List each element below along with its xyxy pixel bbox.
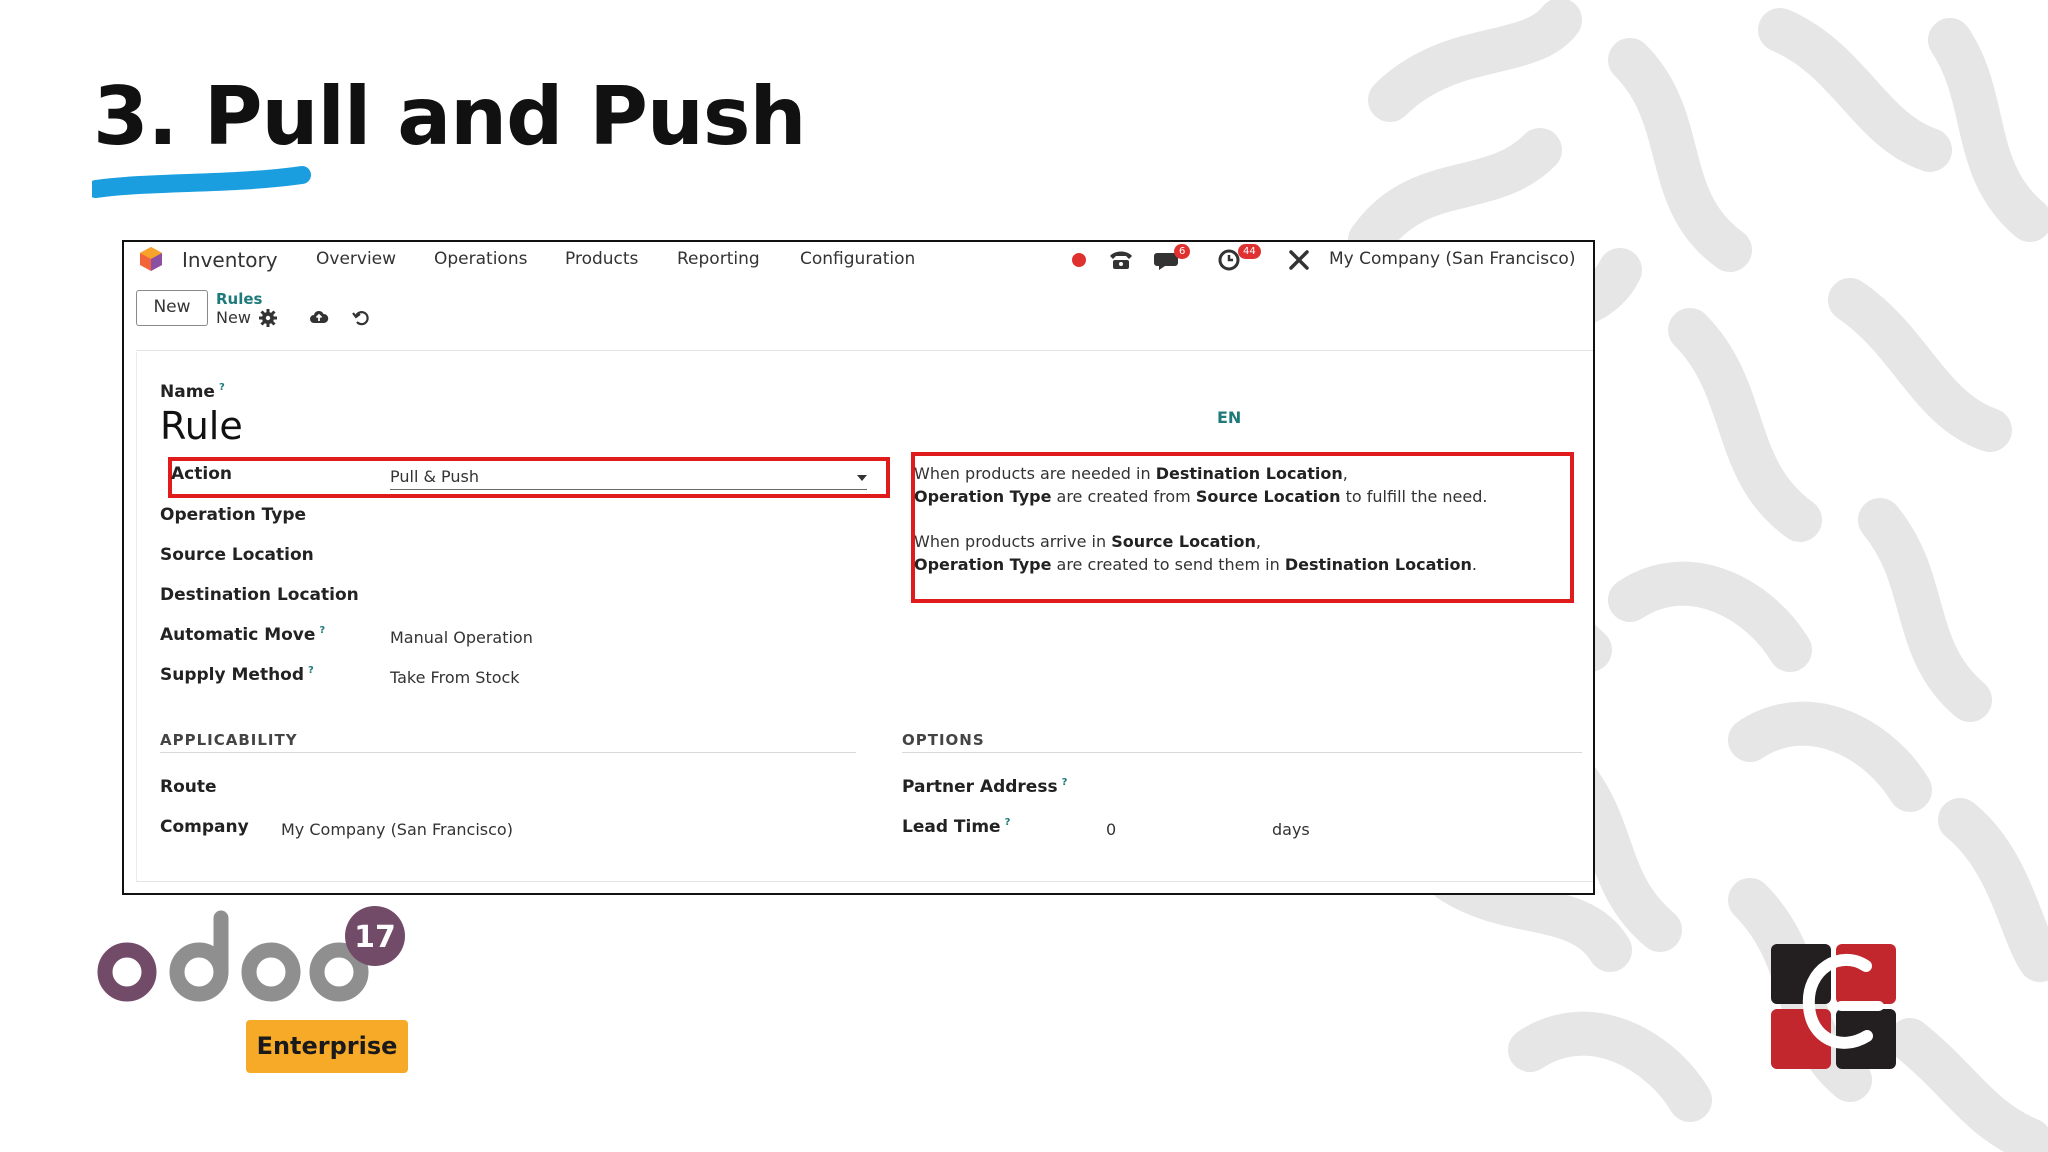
menu-configuration[interactable]: Configuration <box>800 249 915 269</box>
edition-badge: Enterprise <box>246 1020 408 1073</box>
source-location-label: Source Location <box>160 545 314 565</box>
version-badge: 17 <box>354 920 396 955</box>
inventory-app-icon[interactable] <box>138 246 164 272</box>
gear-icon[interactable] <box>258 308 278 328</box>
menu-operations[interactable]: Operations <box>434 249 527 269</box>
lead-time-help-icon[interactable]: ? <box>1005 817 1011 828</box>
info-push-line-2: Operation Type are created to send them … <box>914 555 1477 574</box>
options-header: OPTIONS <box>902 731 985 749</box>
company-switcher[interactable]: My Company (San Francisco) <box>1329 249 1575 269</box>
chevron-down-icon[interactable] <box>857 475 867 481</box>
lead-time-label: Lead Time? <box>902 817 1011 837</box>
title-underline <box>92 166 311 198</box>
options-rule <box>902 752 1582 753</box>
save-cloud-icon[interactable] <box>309 308 329 328</box>
name-field[interactable]: Rule <box>160 404 243 448</box>
operation-type-label: Operation Type <box>160 505 307 525</box>
action-label: Action <box>171 464 232 484</box>
lead-time-unit: days <box>1272 820 1310 839</box>
odoo-screenshot: Inventory Overview Operations Products R… <box>122 240 1595 895</box>
partner-address-label: Partner Address? <box>902 777 1068 797</box>
action-highlight <box>168 457 890 498</box>
automatic-move-label: Automatic Move? <box>160 625 326 645</box>
control-separator <box>136 350 1593 351</box>
action-select[interactable]: Pull & Push <box>390 467 479 486</box>
form-sheet <box>136 352 1593 882</box>
language-button[interactable]: EN <box>1217 408 1241 427</box>
info-push-line-1: When products arrive in Source Location, <box>914 532 1261 551</box>
new-button[interactable]: New <box>136 290 208 326</box>
action-select-underline <box>390 489 867 490</box>
applicability-header: APPLICABILITY <box>160 731 298 749</box>
supply-method-label: Supply Method? <box>160 665 314 685</box>
name-label: Name? <box>160 382 225 402</box>
discard-icon[interactable] <box>351 308 371 328</box>
automatic-move-select[interactable]: Manual Operation <box>390 628 533 647</box>
odoo-logo: 17 <box>97 906 405 1002</box>
breadcrumb-rules[interactable]: Rules <box>216 290 262 308</box>
phone-icon[interactable] <box>1107 247 1135 271</box>
applicability-rule <box>160 752 856 753</box>
route-label: Route <box>160 777 217 797</box>
company-field[interactable]: My Company (San Francisco) <box>281 820 513 839</box>
company-label: Company <box>160 817 249 837</box>
info-pull-line-1: When products are needed in Destination … <box>914 464 1348 483</box>
status-dot-icon[interactable] <box>1068 247 1090 271</box>
messages-badge: 6 <box>1174 244 1191 259</box>
top-navbar: Inventory Overview Operations Products R… <box>124 242 1593 276</box>
supply-method-select[interactable]: Take From Stock <box>390 668 520 687</box>
partner-address-help-icon[interactable]: ? <box>1062 777 1068 788</box>
destination-location-label: Destination Location <box>160 585 359 605</box>
menu-products[interactable]: Products <box>565 249 638 269</box>
menu-reporting[interactable]: Reporting <box>677 249 760 269</box>
automatic-move-help-icon[interactable]: ? <box>319 625 325 636</box>
info-pull-line-2: Operation Type are created from Source L… <box>914 487 1488 506</box>
slide-title: 3. Pull and Push <box>93 70 806 163</box>
activities-badge: 44 <box>1238 244 1261 259</box>
app-name[interactable]: Inventory <box>182 248 278 272</box>
tools-icon[interactable] <box>1286 247 1312 271</box>
name-help-icon[interactable]: ? <box>219 382 225 393</box>
lead-time-input[interactable]: 0 <box>1106 820 1116 839</box>
breadcrumb-current: New <box>216 308 251 327</box>
brand-logo <box>1771 944 1896 1069</box>
supply-method-help-icon[interactable]: ? <box>308 665 314 676</box>
menu-overview[interactable]: Overview <box>316 249 396 269</box>
